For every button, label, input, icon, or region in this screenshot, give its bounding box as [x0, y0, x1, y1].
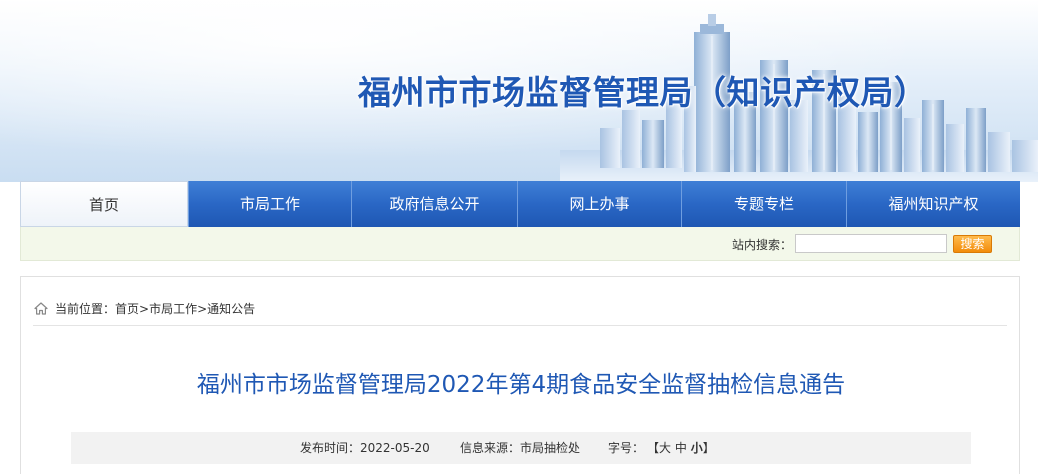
breadcrumb-home[interactable]: 首页 [115, 300, 139, 317]
nav-item-online-services[interactable]: 网上办事 [517, 181, 681, 227]
source-label: 信息来源： [460, 441, 521, 455]
breadcrumb-notices[interactable]: 通知公告 [207, 300, 255, 317]
font-size-bracket-open: 【 [647, 441, 660, 455]
site-title: 福州市市场监督管理局（知识产权局） [358, 73, 928, 112]
site-search-bar: 站内搜索： 搜索 [20, 227, 1020, 261]
nav-item-home[interactable]: 首页 [20, 181, 188, 227]
breadcrumb-separator: > [139, 301, 150, 316]
breadcrumb: 当前位置： 首页 > 市局工作 > 通知公告 [34, 300, 255, 317]
article-container: 当前位置： 首页 > 市局工作 > 通知公告 福州市市场监督管理局2022年第4… [20, 276, 1020, 474]
breadcrumb-divider [33, 325, 1007, 326]
source-value: 市局抽检处 [520, 441, 581, 455]
breadcrumb-bureau-work[interactable]: 市局工作 [149, 300, 197, 317]
publish-date: 2022-05-20 [360, 441, 430, 455]
search-button[interactable]: 搜索 [953, 235, 992, 253]
nav-item-bureau-work[interactable]: 市局工作 [188, 181, 351, 227]
font-size-medium[interactable]: 中 [675, 441, 687, 455]
breadcrumb-separator: > [197, 301, 208, 316]
nav-item-special-topics[interactable]: 专题专栏 [681, 181, 846, 227]
font-size-small[interactable]: 小 [691, 441, 703, 455]
site-banner: 福州市市场监督管理局（知识产权局） [0, 0, 1038, 182]
home-icon [34, 302, 48, 315]
font-size-label: 字号： [608, 441, 645, 455]
font-size-large[interactable]: 大 [659, 441, 671, 455]
search-input[interactable] [795, 234, 947, 253]
main-navigation: 首页 市局工作 政府信息公开 网上办事 专题专栏 福州知识产权 [20, 181, 1020, 227]
search-label: 站内搜索： [732, 238, 793, 252]
nav-item-government-info[interactable]: 政府信息公开 [351, 181, 517, 227]
breadcrumb-prefix: 当前位置： [55, 302, 116, 316]
font-size-selector: 【大 中 小】 [647, 432, 715, 464]
article-meta-bar: 发布时间： 2022-05-20 信息来源： 市局抽检处 字号： 【大 中 小】 [71, 432, 971, 464]
publish-time-label: 发布时间： [300, 441, 361, 455]
font-size-bracket-close: 】 [702, 441, 715, 455]
nav-item-fuzhou-ip[interactable]: 福州知识产权 [846, 181, 1020, 227]
article-title: 福州市市场监督管理局2022年第4期食品安全监督抽检信息通告 [196, 372, 846, 398]
